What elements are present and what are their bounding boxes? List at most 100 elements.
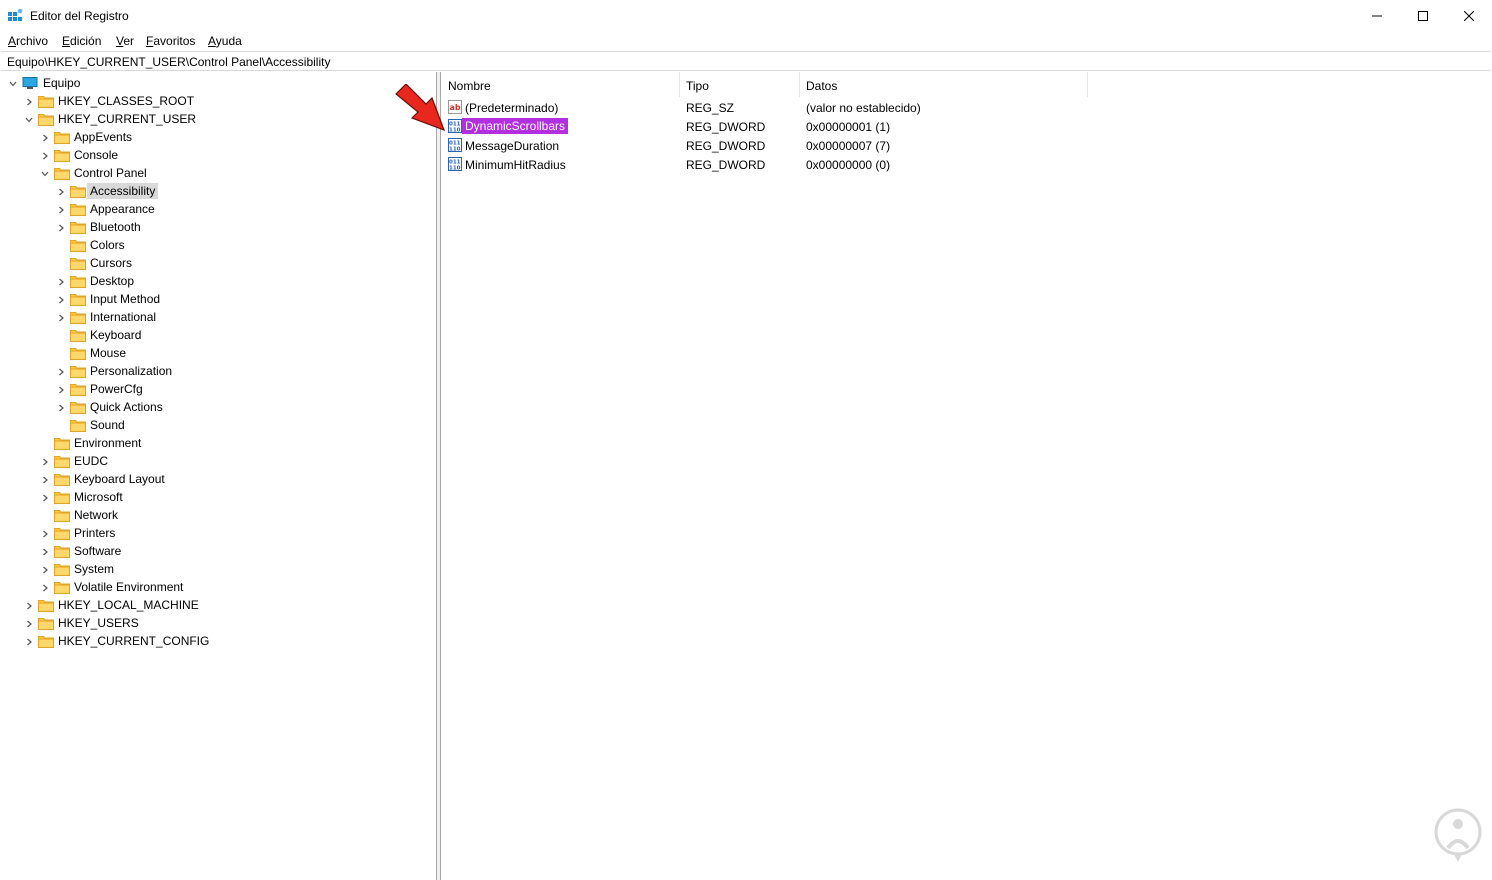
value-type: REG_DWORD [686,139,766,153]
tree-node[interactable]: Mouse [1,344,431,362]
value-name: MinimumHitRadius [465,158,566,172]
tree-node[interactable]: Personalization [1,362,431,380]
folder-icon [54,455,70,468]
tree-node[interactable]: Appearance [1,200,431,218]
chevron-right-icon[interactable] [40,474,50,484]
value-data: 0x00000007 (7) [806,139,891,153]
tree-node[interactable]: HKEY_USERS [1,614,431,632]
column-header-type[interactable]: Tipo [680,72,800,97]
registry-editor-app-icon [8,9,23,21]
tree-node-label: HKEY_CURRENT_CONFIG [58,634,210,648]
chevron-right-icon[interactable] [40,528,50,538]
tree-node[interactable]: EUDC [1,452,431,470]
menu-archivo[interactable]: Archivo [8,34,48,48]
tree-node[interactable]: Bluetooth [1,218,431,236]
chevron-right-icon[interactable] [24,636,34,646]
tree-node[interactable]: Accessibility [1,182,431,200]
menu-edicion[interactable]: Edición [62,34,101,48]
tree-node[interactable]: Software [1,542,431,560]
close-button[interactable] [1446,0,1492,31]
maximize-button[interactable] [1400,0,1446,31]
value-row[interactable]: 011 110 DynamicScrollbars REG_DWORD 0x000000… [442,117,1491,136]
chevron-right-icon[interactable] [56,366,66,376]
tree-node[interactable]: Colors [1,236,431,254]
tree-node[interactable]: International [1,308,431,326]
minimize-button[interactable] [1354,0,1400,31]
chevron-right-icon[interactable] [56,312,66,322]
tree-node[interactable]: PowerCfg [1,380,431,398]
chevron-right-icon[interactable] [56,204,66,214]
tree-node[interactable]: Input Method [1,290,431,308]
chevron-right-icon[interactable] [56,222,66,232]
chevron-down-icon[interactable] [24,114,34,124]
tree-node[interactable]: AppEvents [1,128,431,146]
computer-icon [22,77,38,89]
tree-node-label: Bluetooth [90,220,141,234]
chevron-right-icon[interactable] [24,600,34,610]
chevron-right-icon[interactable] [56,294,66,304]
pane-splitter[interactable] [437,72,441,880]
chevron-right-icon[interactable] [24,618,34,628]
tree-node[interactable]: Cursors [1,254,431,272]
tree-node[interactable]: Keyboard [1,326,431,344]
chevron-right-icon[interactable] [56,276,66,286]
tree-node-label: Network [74,508,119,522]
tree-node[interactable]: System [1,560,431,578]
tree-node-equipo[interactable]: Equipo [1,74,431,92]
chevron-right-icon[interactable] [40,132,50,142]
folder-icon [38,635,54,648]
menu-accel: A [8,34,17,48]
chevron-right-icon[interactable] [56,186,66,196]
tree-node[interactable]: Microsoft [1,488,431,506]
folder-icon [54,491,70,504]
chevron-right-icon[interactable] [40,564,50,574]
tree-node[interactable]: Keyboard Layout [1,470,431,488]
folder-icon [70,203,86,216]
values-list-pane[interactable]: Nombre Tipo Datos ab (Predeterminado) REG_… [442,72,1491,880]
chevron-right-icon[interactable] [40,582,50,592]
address-bar[interactable]: Equipo\HKEY_CURRENT_USER\Control Panel\A… [1,51,1491,71]
tree-node-label: Cursors [90,256,133,270]
tree-node[interactable]: HKEY_CURRENT_CONFIG [1,632,431,650]
tree-node[interactable]: HKEY_CLASSES_ROOT [1,92,431,110]
folder-icon [70,275,86,288]
folder-icon [38,95,54,108]
tree-node[interactable]: Sound [1,416,431,434]
tree-node-label: Keyboard [90,328,142,342]
dword-value-icon: 011110 [448,138,462,152]
svg-text:ab: ab [450,103,461,112]
chevron-right-icon[interactable] [40,150,50,160]
tree-node[interactable]: Printers [1,524,431,542]
chevron-right-icon[interactable] [40,456,50,466]
tree-node[interactable]: Quick Actions [1,398,431,416]
window-title: Editor del Registro [30,9,129,23]
column-header-data[interactable]: Datos [800,72,1088,97]
chevron-down-icon[interactable] [40,168,50,178]
chevron-right-icon[interactable] [40,492,50,502]
chevron-right-icon[interactable] [24,96,34,106]
menu-favoritos[interactable]: Favoritos [146,34,195,48]
value-row[interactable]: 011 110 MinimumHitRadius REG_DWORD 0x0000000… [442,155,1491,174]
menu-ayuda[interactable]: Ayuda [208,34,242,48]
value-row[interactable]: ab (Predeterminado) REG_SZ (valor no establ… [442,98,1491,117]
tree-node[interactable]: Network [1,506,431,524]
folder-icon [70,419,86,432]
chevron-down-icon[interactable] [8,78,18,88]
menu-ver[interactable]: Ver [116,34,134,48]
key-tree-pane[interactable]: Equipo HKEY_CLASSES_ROOT HKEY_CURRENT_USER… [1,72,437,880]
tree-node[interactable]: Console [1,146,431,164]
tree-node[interactable]: Environment [1,434,431,452]
tree-node[interactable]: HKEY_CURRENT_USER [1,110,431,128]
tree-node-label: Mouse [90,346,127,360]
column-header-name[interactable]: Nombre [442,72,680,97]
tree-node[interactable]: Control Panel [1,164,431,182]
chevron-right-icon[interactable] [56,402,66,412]
value-row[interactable]: 011 110 MessageDuration REG_DWORD 0x00000007… [442,136,1491,155]
chevron-right-icon[interactable] [56,384,66,394]
chevron-right-icon[interactable] [40,546,50,556]
close-icon [1464,10,1474,21]
tree-node[interactable]: HKEY_LOCAL_MACHINE [1,596,431,614]
tree-node[interactable]: Desktop [1,272,431,290]
tree-node[interactable]: Volatile Environment [1,578,431,596]
folder-icon [70,401,86,414]
